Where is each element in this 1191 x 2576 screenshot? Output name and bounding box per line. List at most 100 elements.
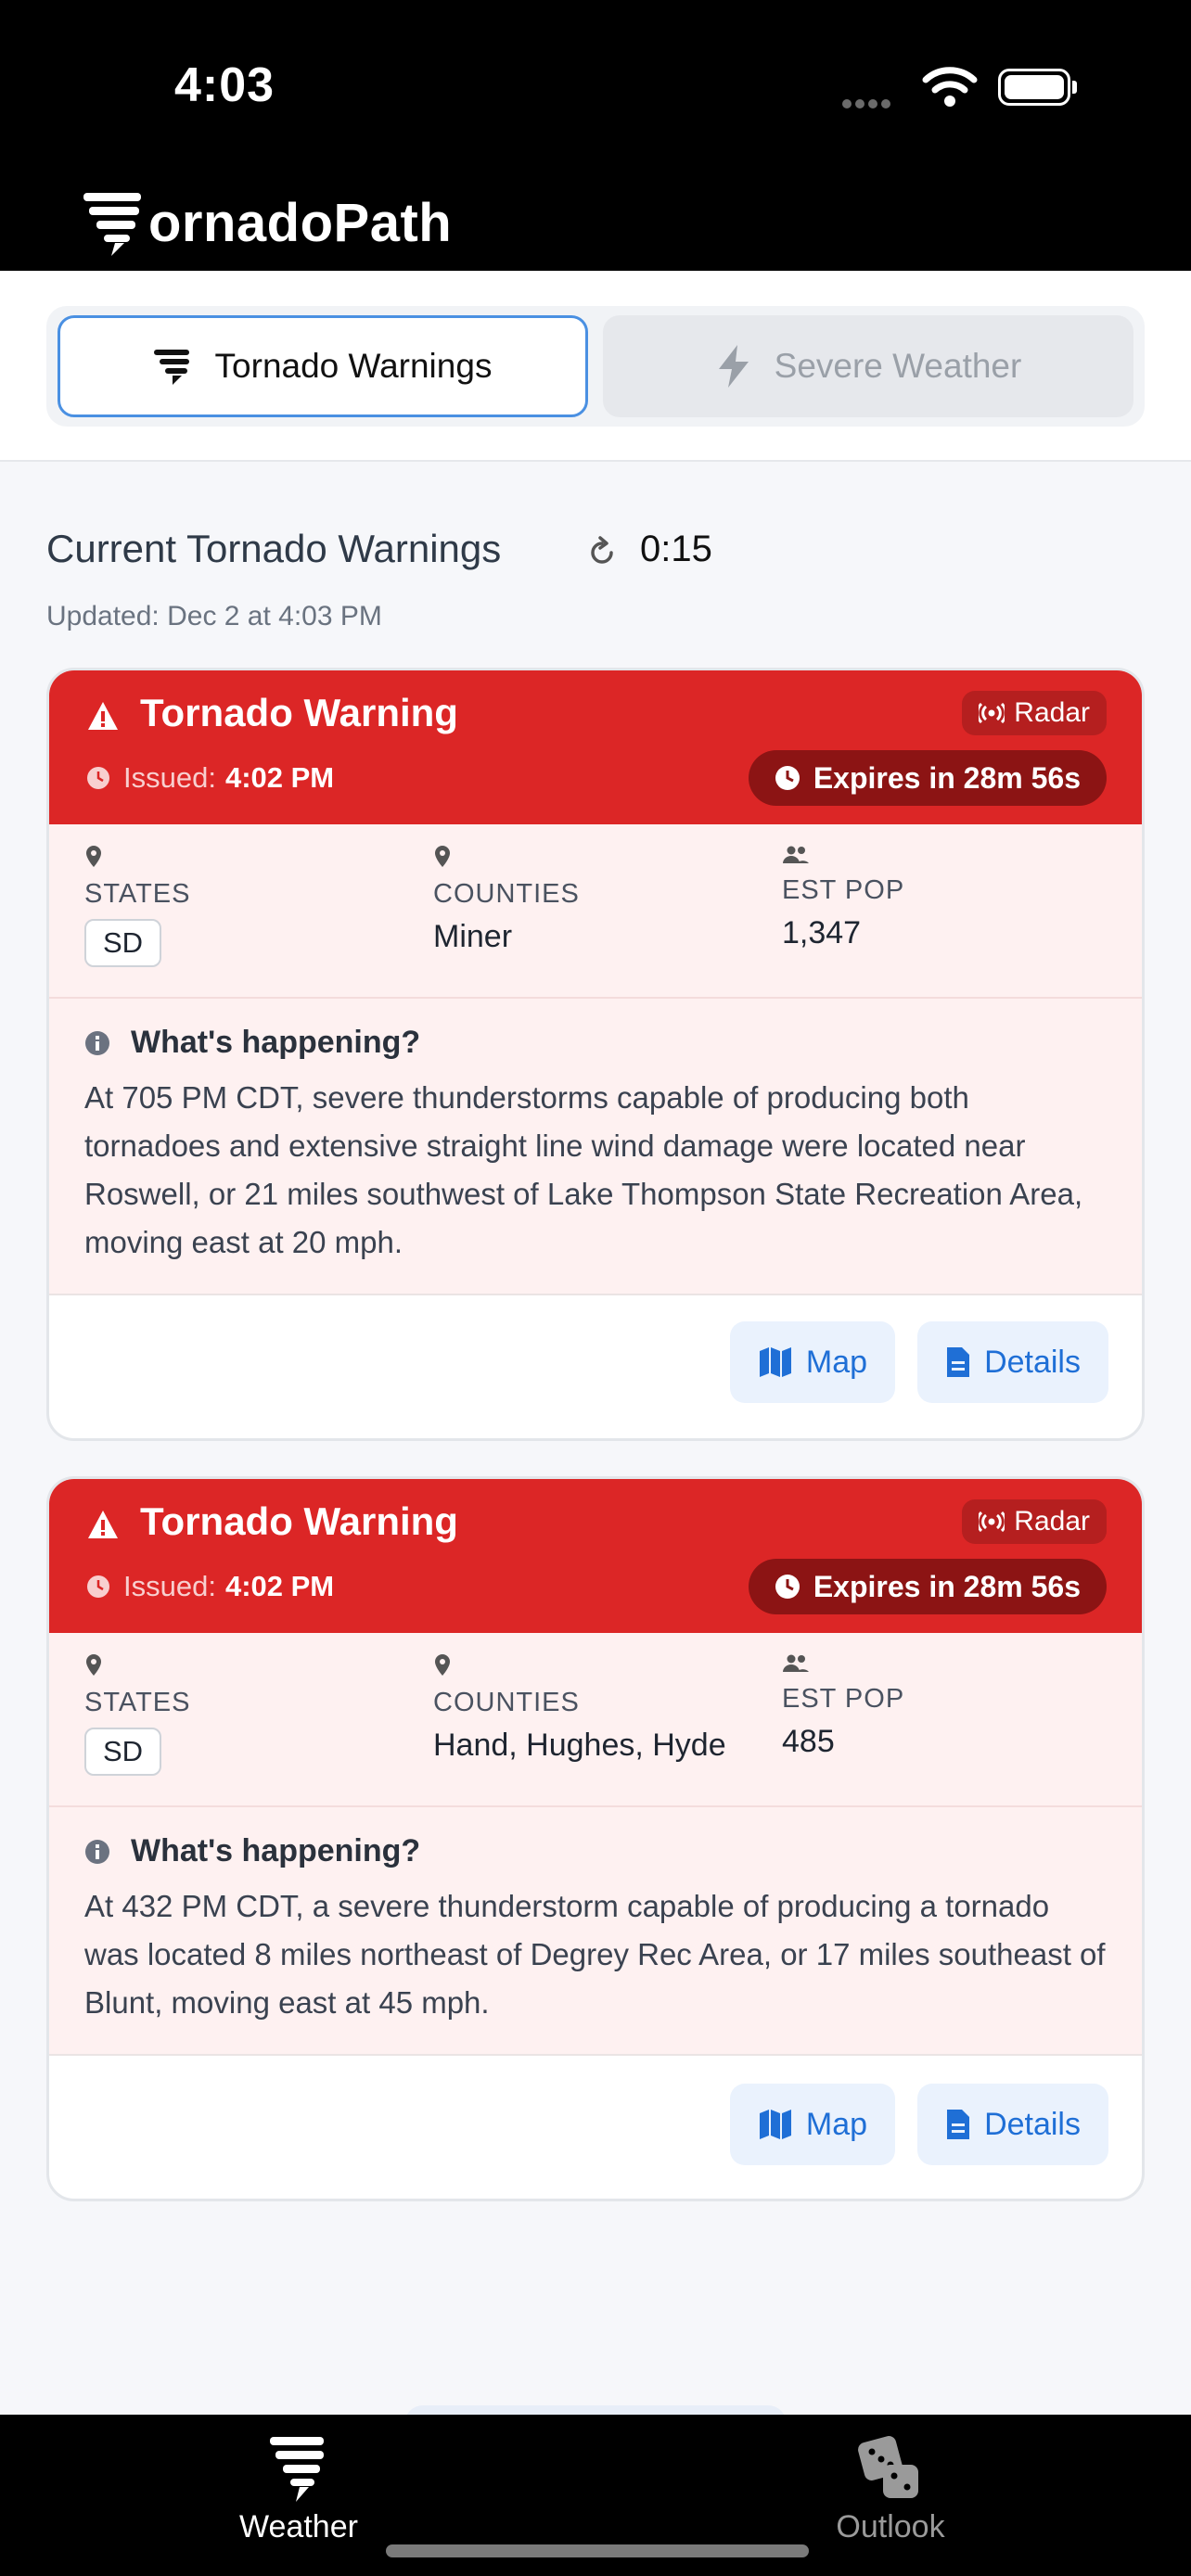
refresh-icon[interactable]: [586, 536, 618, 569]
population-column: EST POP 485: [782, 1653, 904, 1760]
map-button[interactable]: Map: [729, 2084, 896, 2165]
counties-column: COUNTIES Hand, Hughes, Hyde: [433, 1653, 726, 1764]
expires-text: Expires in 28m 56s: [813, 760, 1081, 795]
population-label: EST POP: [782, 875, 905, 905]
description-text: At 432 PM CDT, a severe thunderstorm cap…: [84, 1889, 1106, 2020]
issued-time: Issued: 4:02 PM: [86, 1570, 334, 1603]
issued-label: Issued:: [123, 761, 216, 794]
tab-label: Severe Weather: [774, 347, 1022, 385]
population-label: EST POP: [782, 1684, 905, 1714]
section-title: Current Tornado Warnings: [46, 527, 502, 570]
tornado-icon: [153, 350, 189, 385]
info-icon: [85, 1030, 109, 1055]
warning-description: What's happening? At 432 PM CDT, a sever…: [49, 1807, 1142, 2056]
signal-icon: [842, 96, 903, 108]
clock-icon: [87, 1575, 109, 1598]
battery-icon: [998, 69, 1078, 106]
details-button[interactable]: Details: [917, 1321, 1108, 1403]
warning-info: STATES SD COUNTIES Miner EST POP 1,347: [49, 824, 1142, 999]
warning-description: What's happening? At 705 PM CDT, severe …: [49, 999, 1142, 1295]
tab-outlook[interactable]: Outlook: [798, 2433, 983, 2545]
states-label: STATES: [84, 879, 191, 909]
tab-tornado-warnings[interactable]: Tornado Warnings: [58, 315, 588, 417]
bottom-tab-bar: Weather Outlook: [0, 2415, 1191, 2576]
warning-title: Tornado Warning: [140, 691, 458, 734]
updated-timestamp: Updated: Dec 2 at 4:03 PM: [46, 601, 382, 631]
state-badge: SD: [84, 919, 162, 967]
warning-triangle-icon: [88, 1511, 118, 1538]
location-pin-icon: [86, 1654, 101, 1676]
people-icon: [783, 846, 809, 863]
location-pin-icon: [86, 846, 101, 867]
map-label: Map: [805, 2106, 868, 2142]
card-actions: Map Details: [708, 1321, 1108, 1403]
details-label: Details: [984, 2106, 1081, 2142]
warning-card-header: Tornado Warning Radar Issued: 4:02 PM Ex…: [49, 670, 1142, 824]
state-badge: SD: [84, 1728, 162, 1776]
app-brand: ornadoPath: [83, 185, 452, 260]
expires-badge: Expires in 28m 56s: [748, 1559, 1107, 1614]
map-label: Map: [805, 1344, 868, 1380]
screen: 4:03 ornadoPath Tornado Warnings Severe …: [0, 0, 1191, 2576]
document-icon: [947, 1347, 970, 1377]
warning-card: Tornado Warning Radar Issued: 4:02 PM Ex…: [46, 668, 1145, 1441]
description-heading-text: What's happening?: [131, 1025, 421, 1060]
info-icon: [85, 1839, 109, 1864]
radar-label: Radar: [1014, 1506, 1090, 1537]
details-label: Details: [984, 1344, 1081, 1380]
dice-icon: [858, 2436, 918, 2498]
warning-info: STATES SD COUNTIES Hand, Hughes, Hyde ES…: [49, 1633, 1142, 1807]
warning-card: Tornado Warning Radar Issued: 4:02 PM Ex…: [46, 1476, 1145, 2201]
tornado-logo-icon: [83, 193, 141, 256]
counties-label: COUNTIES: [433, 879, 580, 909]
issued-label: Issued:: [123, 1570, 216, 1602]
expires-text: Expires in 28m 56s: [813, 1569, 1081, 1603]
map-icon: [759, 1347, 791, 1377]
tab-outlook-label: Outlook: [836, 2509, 945, 2544]
radar-icon: [979, 703, 1005, 723]
tab-label: Tornado Warnings: [214, 347, 493, 385]
states-column: STATES SD: [84, 845, 191, 967]
issued-value: 4:02 PM: [224, 761, 335, 794]
issued-value: 4:02 PM: [224, 1570, 335, 1602]
refresh-countdown: 0:15: [640, 529, 712, 569]
description-heading-text: What's happening?: [131, 1833, 421, 1868]
radar-button[interactable]: Radar: [962, 1499, 1107, 1544]
expires-badge: Expires in 28m 56s: [748, 750, 1107, 806]
tab-weather-label: Weather: [239, 2509, 358, 2544]
population-value: 485: [782, 1724, 835, 1759]
status-time: 4:03: [174, 58, 275, 112]
description-heading: What's happening?: [84, 1025, 1107, 1061]
states-label: STATES: [84, 1688, 191, 1717]
tab-weather[interactable]: Weather: [206, 2433, 391, 2545]
details-button[interactable]: Details: [917, 2084, 1108, 2165]
counties-label: COUNTIES: [433, 1688, 580, 1717]
document-icon: [947, 2110, 970, 2139]
radar-icon: [979, 1511, 1005, 1532]
warning-title: Tornado Warning: [140, 1499, 458, 1543]
lightning-icon: [718, 345, 749, 388]
issued-time: Issued: 4:02 PM: [86, 761, 334, 795]
app-name: ornadoPath: [148, 192, 453, 253]
wifi-icon: [922, 67, 978, 107]
description-text: At 705 PM CDT, severe thunderstorms capa…: [84, 1080, 1083, 1259]
tab-severe-weather[interactable]: Severe Weather: [603, 315, 1133, 417]
segmented-control: Tornado Warnings Severe Weather: [46, 306, 1145, 427]
counties-value: Miner: [433, 919, 513, 954]
description-heading: What's happening?: [84, 1833, 1107, 1869]
top-bar: 4:03 ornadoPath: [0, 0, 1191, 271]
home-indicator: [386, 2544, 809, 2557]
radar-button[interactable]: Radar: [962, 691, 1107, 735]
states-column: STATES SD: [84, 1653, 191, 1776]
clock-icon: [775, 1575, 800, 1599]
map-button[interactable]: Map: [729, 1321, 896, 1403]
population-value: 1,347: [782, 915, 862, 950]
counties-value: Hand, Hughes, Hyde: [433, 1728, 726, 1763]
tornado-icon: [270, 2437, 324, 2502]
warning-card-header: Tornado Warning Radar Issued: 4:02 PM Ex…: [49, 1479, 1142, 1633]
radar-label: Radar: [1014, 697, 1090, 728]
location-pin-icon: [435, 1654, 450, 1676]
warning-type-selector: Tornado Warnings Severe Weather: [0, 271, 1191, 462]
population-column: EST POP 1,347: [782, 845, 904, 951]
people-icon: [783, 1654, 809, 1672]
